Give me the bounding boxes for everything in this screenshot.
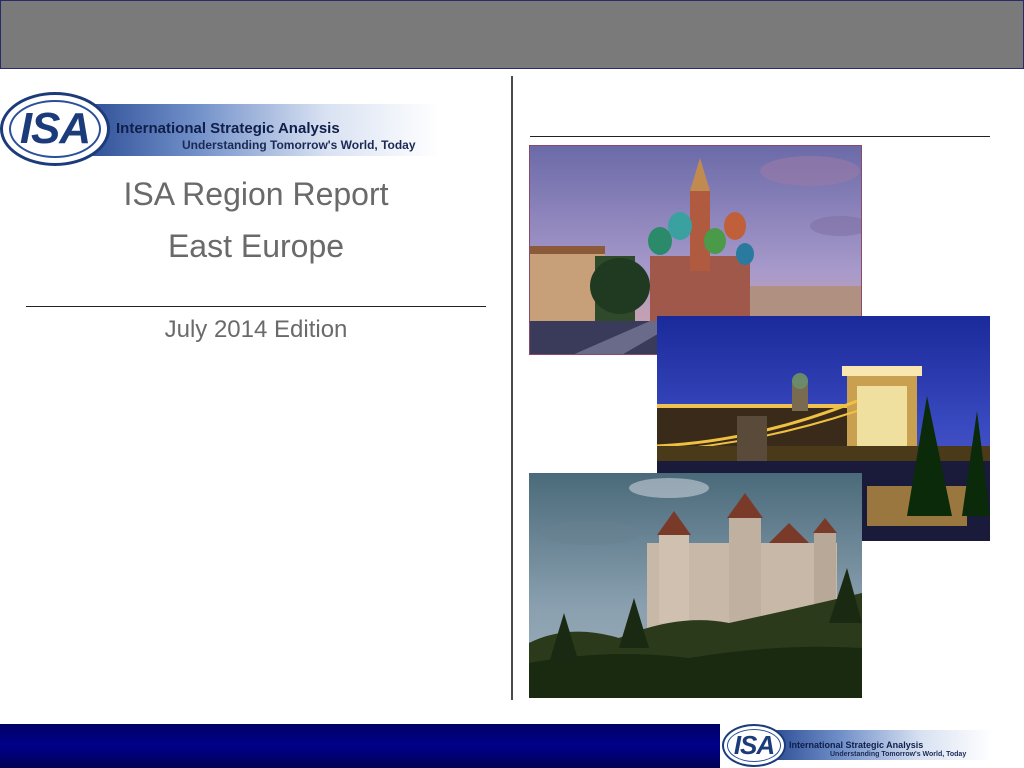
emblem-letters-small: ISA: [733, 730, 775, 760]
isa-emblem-icon: ISA: [0, 92, 110, 166]
emblem-letters: ISA: [19, 104, 91, 153]
isa-logo: ISA International Strategic Analysis Und…: [0, 92, 440, 168]
photo-bran-castle: [529, 473, 862, 698]
report-title: ISA Region Report: [123, 176, 389, 212]
logo-tagline-small: Understanding Tomorrow's World, Today: [830, 751, 967, 758]
photo-rule: [530, 136, 990, 137]
title-rule: [26, 306, 486, 307]
vertical-divider: [511, 76, 513, 700]
isa-logo-small: ISA International Strategic Analysis Und…: [722, 724, 992, 768]
logo-tagline: Understanding Tomorrow's World, Today: [182, 138, 416, 152]
logo-name-small: International Strategic Analysis: [789, 740, 924, 750]
top-banner: [0, 0, 1024, 69]
isa-emblem-small-icon: ISA: [722, 724, 786, 767]
report-edition: July 2014 Edition: [164, 316, 348, 343]
report-region: East Europe: [167, 228, 345, 264]
logo-name: International Strategic Analysis: [116, 120, 340, 137]
